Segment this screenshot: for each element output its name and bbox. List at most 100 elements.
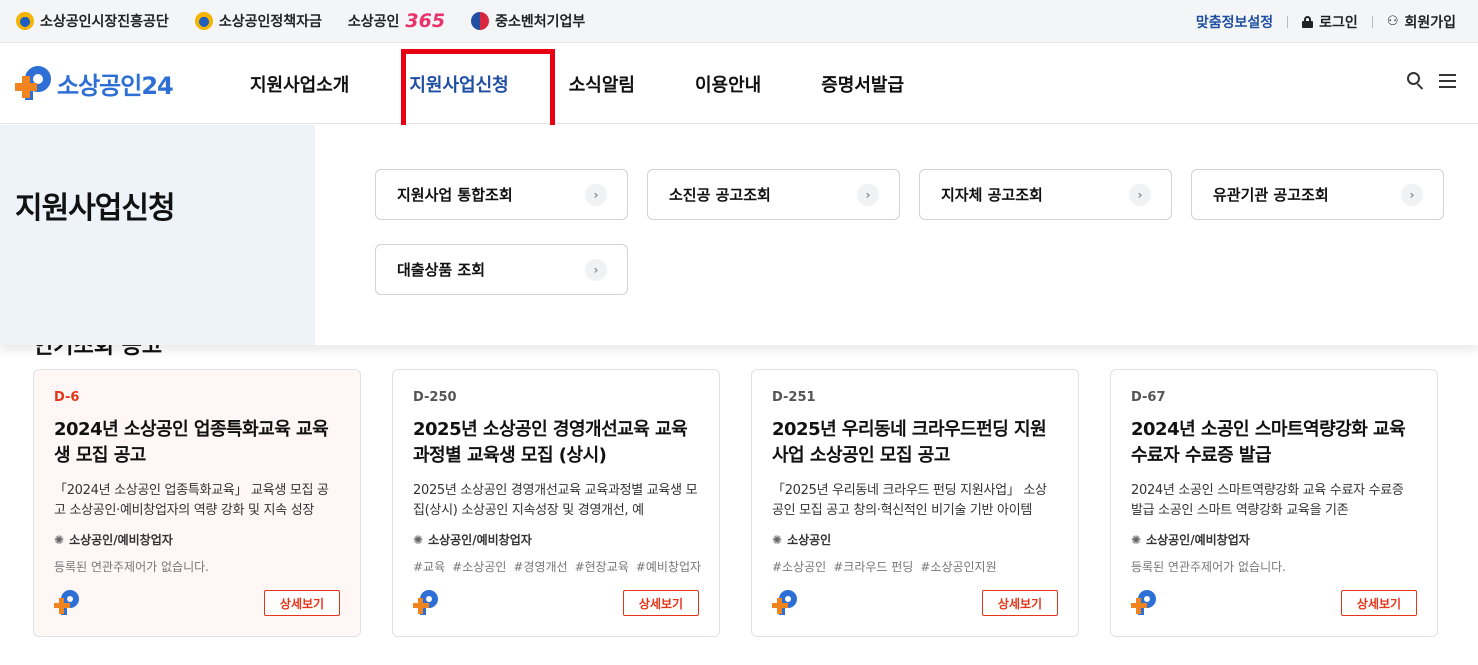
bulb-icon: ✺ — [772, 532, 783, 547]
nav-item-guide[interactable]: 이용안내 — [695, 71, 761, 97]
site-link-mss[interactable]: 중소벤처기업부 — [471, 11, 585, 31]
card-target: ✺ 소상공인 — [772, 531, 1058, 548]
nav-item-certificate[interactable]: 증명서발급 — [821, 71, 904, 97]
tag-link[interactable]: #크라우드 펀딩 — [833, 558, 913, 575]
signup-label: 회원가입 — [1404, 14, 1456, 31]
user-links: 맞춤정보설정 로그인 ⚇ 회원가입 — [1196, 0, 1456, 43]
nav-item-news[interactable]: 소식알림 — [569, 71, 635, 97]
logo-text: 소상공인24 — [57, 71, 174, 100]
card-title[interactable]: 2025년 우리동네 크라우드펀딩 지원사업 소상공인 모집 공고 — [772, 417, 1058, 469]
site-link-policy-fund[interactable]: 소상공인정책자금 — [194, 11, 322, 31]
detail-button[interactable]: 상세보기 — [1341, 590, 1417, 616]
submenu-integrated-search[interactable]: 지원사업 통합조회 › — [375, 169, 628, 220]
card-target: ✺ 소상공인/예비창업자 — [1131, 531, 1417, 548]
chevron-right-icon: › — [585, 183, 607, 206]
login-label: 로그인 — [1319, 14, 1358, 31]
card-title[interactable]: 2024년 소공인 스마트역량강화 교육 수료자 수료증 발급 — [1131, 417, 1417, 469]
notice-card-list: D-6 2024년 소상공인 업종특화교육 교육생 모집 공고 「2024년 소… — [33, 369, 1438, 637]
card-description: 「2024년 소상공인 업종특화교육」 교육생 모집 공고 소상공인·예비창업자… — [54, 483, 329, 518]
main-header: 소상공인24 지원사업소개 지원사업신청 소식알림 이용안내 증명서발급 — [0, 44, 1478, 124]
notice-card[interactable]: D-6 2024년 소상공인 업종특화교육 교육생 모집 공고 「2024년 소… — [33, 369, 361, 637]
header-tools — [1407, 72, 1456, 90]
site-label: 중소벤처기업부 — [495, 14, 586, 30]
mega-menu-links: 지원사업 통합조회 › 소진공 공고조회 › 지자체 공고조회 › 유관기관 공… — [375, 169, 1445, 295]
card-target: ✺ 소상공인/예비창업자 — [413, 531, 699, 548]
hamburger-menu-icon[interactable] — [1439, 74, 1456, 88]
card-title[interactable]: 2024년 소상공인 업종특화교육 교육생 모집 공고 — [54, 417, 340, 469]
card-title[interactable]: 2025년 소상공인 경영개선교육 교육과정별 교육생 모집 (상시) — [413, 417, 699, 469]
card-tags: #교육 #소상공인 #경영개선 #현장교육 #예비창업자 — [413, 558, 701, 575]
target-label: 소상공인/예비창업자 — [428, 533, 532, 547]
tag-link[interactable]: #교육 — [413, 558, 445, 575]
search-icon[interactable] — [1407, 72, 1425, 90]
detail-button[interactable]: 상세보기 — [264, 590, 340, 616]
d-day-badge: D-251 — [772, 390, 816, 405]
tag-link[interactable]: #소상공인 — [772, 558, 826, 575]
site-logo[interactable]: 소상공인24 — [15, 64, 174, 102]
submenu-label: 대출상품 조회 — [397, 261, 486, 279]
card-tags: 등록된 연관주제어가 없습니다. — [54, 558, 340, 575]
card-logo-icon — [54, 590, 80, 616]
signup-link[interactable]: ⚇ 회원가입 — [1387, 12, 1456, 32]
submenu-label: 유관기관 공고조회 — [1213, 186, 1329, 204]
notice-card[interactable]: D-67 2024년 소공인 스마트역량강화 교육 수료자 수료증 발급 202… — [1110, 369, 1438, 637]
chevron-right-icon: › — [1129, 183, 1151, 206]
nav-item-apply[interactable]: 지원사업신청 — [409, 71, 508, 97]
card-tags: #소상공인 #크라우드 펀딩 #소상공인지원 — [772, 558, 1058, 575]
site-label-num: 365 — [405, 10, 446, 32]
site-link-sbiz[interactable]: 소상공인시장진흥공단 — [16, 11, 169, 31]
login-link[interactable]: 로그인 — [1302, 12, 1358, 32]
target-label: 소상공인/예비창업자 — [1146, 533, 1250, 547]
notice-card[interactable]: D-250 2025년 소상공인 경영개선교육 교육과정별 교육생 모집 (상시… — [392, 369, 720, 637]
lock-icon — [1302, 15, 1314, 28]
d-day-badge: D-250 — [413, 390, 457, 405]
chevron-right-icon: › — [857, 183, 879, 206]
submenu-label: 지원사업 통합조회 — [397, 186, 513, 204]
custom-info-link[interactable]: 맞춤정보설정 — [1196, 12, 1273, 32]
user-plus-icon: ⚇ — [1386, 14, 1399, 29]
target-label: 소상공인 — [787, 533, 832, 547]
tag-link[interactable]: #예비창업자 — [636, 558, 701, 575]
d-day-badge: D-6 — [54, 390, 80, 405]
card-tags: 등록된 연관주제어가 없습니다. — [1131, 558, 1417, 575]
submenu-local-gov-notices[interactable]: 지자체 공고조회 › — [919, 169, 1172, 220]
card-target: ✺ 소상공인/예비창업자 — [54, 531, 340, 548]
site-label: 소상공인정책자금 — [218, 14, 322, 30]
submenu-label: 지자체 공고조회 — [941, 186, 1043, 204]
d-day-badge: D-67 — [1131, 390, 1166, 405]
detail-button[interactable]: 상세보기 — [623, 590, 699, 616]
top-utility-bar: 소상공인시장진흥공단 소상공인정책자금 소상공인 365 중소벤처기업부 맞춤정보… — [0, 0, 1478, 43]
card-logo-icon — [772, 590, 798, 616]
card-logo-icon — [413, 590, 439, 616]
submenu-loan-products[interactable]: 대출상품 조회 › — [375, 244, 628, 295]
bulb-icon: ✺ — [54, 532, 65, 547]
card-description: 「2025년 우리동네 크라우드 펀딩 지원사업」 소상공인 모집 공고 창의·… — [772, 483, 1047, 518]
mega-menu-side-panel: 지원사업신청 — [0, 125, 315, 345]
notice-card[interactable]: D-251 2025년 우리동네 크라우드펀딩 지원사업 소상공인 모집 공고 … — [751, 369, 1079, 637]
tag-link[interactable]: #현장교육 — [575, 558, 629, 575]
bulb-icon: ✺ — [413, 532, 424, 547]
mega-menu-title: 지원사업신청 — [15, 191, 176, 226]
chevron-right-icon: › — [585, 258, 607, 281]
no-tags-text: 등록된 연관주제어가 없습니다. — [1131, 560, 1286, 574]
tag-link[interactable]: #소상공인 — [452, 558, 506, 575]
chevron-right-icon: › — [1401, 183, 1423, 206]
submenu-agency-notices[interactable]: 유관기관 공고조회 › — [1191, 169, 1444, 220]
divider — [1371, 15, 1373, 28]
submenu-sbiz-notices[interactable]: 소진공 공고조회 › — [647, 169, 900, 220]
tag-link[interactable]: #경영개선 — [513, 558, 567, 575]
target-label: 소상공인/예비창업자 — [69, 533, 173, 547]
family-sites: 소상공인시장진흥공단 소상공인정책자금 소상공인 365 중소벤처기업부 — [0, 10, 585, 32]
main-nav: 지원사업소개 지원사업신청 소식알림 이용안내 증명서발급 — [250, 44, 964, 124]
detail-button[interactable]: 상세보기 — [982, 590, 1058, 616]
submenu-label: 소진공 공고조회 — [669, 186, 771, 204]
nav-item-intro[interactable]: 지원사업소개 — [250, 71, 349, 97]
site-link-sbiz365[interactable]: 소상공인 365 — [348, 10, 445, 32]
site-label-prefix: 소상공인 — [347, 14, 400, 30]
tag-link[interactable]: #소상공인지원 — [920, 558, 996, 575]
card-description: 2024년 소공인 스마트역량강화 교육 수료자 수료증 발급 소공인 스마트 … — [1131, 483, 1404, 518]
mega-menu-dropdown: 지원사업신청 지원사업 통합조회 › 소진공 공고조회 › 지자체 공고조회 ›… — [0, 125, 1478, 345]
card-description: 2025년 소상공인 경영개선교육 교육과정별 교육생 모집(상시) 소상공인 … — [413, 483, 698, 518]
divider — [1287, 15, 1289, 28]
sbiz-emblem-icon — [16, 12, 34, 30]
